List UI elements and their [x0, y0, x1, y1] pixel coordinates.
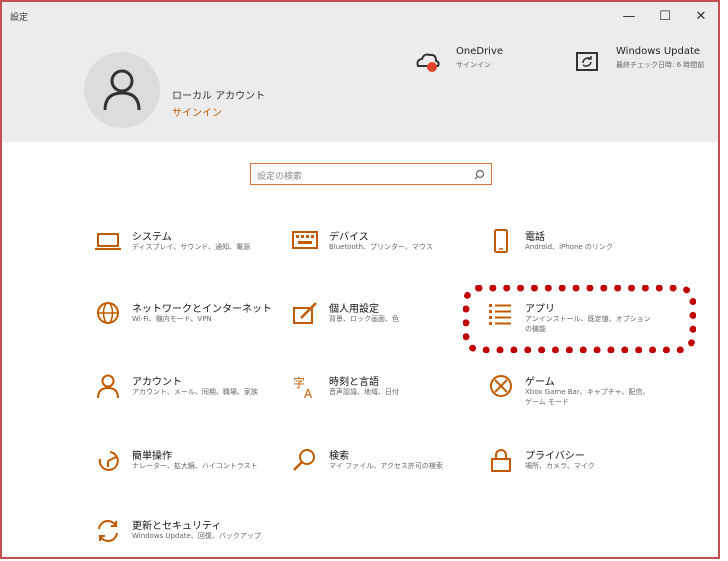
tile-search[interactable]: 検索 マイ ファイル、アクセス許可の検索 — [291, 447, 481, 495]
tile-time-language[interactable]: 字 A 時刻と言語 音声認識、地域、日付 — [291, 373, 481, 421]
tile-update-security[interactable]: 更新とセキュリティ Windows Update、回復、バックアップ — [94, 517, 284, 557]
tile-subtitle: Android、iPhone のリンク — [525, 243, 613, 251]
person-avatar-icon — [103, 69, 141, 111]
tile-title: 時刻と言語 — [329, 377, 379, 388]
tile-network[interactable]: ネットワークとインターネット Wi-Fi、機内モード、VPN — [94, 300, 284, 348]
sync-icon — [98, 520, 118, 542]
language-icon: 字 A — [293, 375, 313, 401]
person-icon — [97, 374, 119, 399]
tile-subtitle: Windows Update、回復、バックアップ — [132, 532, 261, 540]
tile-title: 検索 — [329, 451, 349, 462]
account-name: ローカル アカウント — [172, 91, 266, 102]
search-icon — [293, 449, 315, 471]
maximize-button[interactable]: ☐ — [650, 6, 680, 28]
paint-icon — [293, 302, 317, 324]
tile-subtitle: ディスプレイ、サウンド、通知、電源 — [132, 243, 251, 251]
tile-personalization[interactable]: 個人用設定 背景、ロック画面、色 — [291, 300, 481, 348]
update-status: 最終チェック日時: 6 時間前 — [616, 61, 705, 69]
tile-subtitle: アカウント、メール、同期、職場、家族 — [132, 388, 258, 396]
tile-subtitle: 場所、カメラ、マイク — [525, 462, 595, 470]
tile-gaming[interactable]: ゲーム Xbox Game Bar、キャプチャ、配信、ゲーム モード — [487, 373, 677, 421]
minimize-button[interactable]: — — [614, 6, 644, 28]
xbox-icon — [490, 375, 512, 397]
tile-system[interactable]: システム ディスプレイ、サウンド、通知、電源 — [94, 228, 284, 276]
tile-title: 簡単操作 — [132, 451, 172, 462]
onedrive-status: サインイン — [456, 61, 491, 69]
tile-title: プライバシー — [525, 451, 585, 462]
accessibility-icon — [98, 451, 119, 471]
tile-privacy[interactable]: プライバシー 場所、カメラ、マイク — [487, 447, 677, 495]
window-title: 設定 — [10, 13, 29, 23]
tile-subtitle: マイ ファイル、アクセス許可の検索 — [329, 462, 443, 470]
account-header: ローカル アカウント サインイン OneDrive サインイン Windows … — [2, 32, 718, 142]
tile-devices[interactable]: デバイス Bluetooth、プリンター、マウス — [291, 228, 481, 276]
globe-icon — [97, 302, 119, 324]
tile-title: アカウント — [132, 377, 182, 388]
tile-subtitle: Bluetooth、プリンター、マウス — [329, 243, 433, 251]
onedrive-title: OneDrive — [456, 46, 504, 57]
keyboard-icon — [292, 231, 318, 249]
lock-icon — [491, 449, 511, 472]
update-icon — [576, 52, 598, 71]
cloud-icon — [416, 53, 440, 72]
apps-highlight-annotation — [463, 285, 696, 353]
tile-title: ネットワークとインターネット — [132, 304, 272, 315]
update-title: Windows Update — [616, 46, 701, 57]
magnifier-icon — [474, 169, 485, 180]
tile-subtitle: 背景、ロック画面、色 — [329, 315, 399, 323]
tile-subtitle: Wi-Fi、機内モード、VPN — [132, 315, 212, 323]
tile-title: 電話 — [525, 232, 545, 243]
tile-phone[interactable]: 電話 Android、iPhone のリンク — [487, 228, 677, 276]
tile-subtitle: ナレーター、拡大鏡、ハイコントラスト — [132, 462, 258, 470]
tile-subtitle: 音声認識、地域、日付 — [329, 388, 399, 396]
title-bar: 設定 — ☐ ✕ — [2, 2, 718, 32]
tile-title: 個人用設定 — [329, 304, 379, 315]
tile-accounts[interactable]: アカウント アカウント、メール、同期、職場、家族 — [94, 373, 284, 421]
close-button[interactable]: ✕ — [686, 6, 716, 28]
tile-title: デバイス — [329, 232, 369, 243]
settings-window: 設定 — ☐ ✕ ローカル アカウント サインイン OneDrive サインイン — [0, 0, 720, 559]
laptop-icon — [95, 233, 121, 250]
tile-title: システム — [132, 232, 172, 243]
tile-title: 更新とセキュリティ — [132, 521, 222, 532]
svg-text:A: A — [304, 387, 313, 401]
avatar[interactable] — [84, 52, 160, 128]
search-box[interactable]: 設定の検索 — [250, 163, 492, 185]
tile-title: ゲーム — [525, 377, 555, 388]
account-signin-link[interactable]: サインイン — [172, 104, 222, 119]
tile-ease-of-access[interactable]: 簡単操作 ナレーター、拡大鏡、ハイコントラスト — [94, 447, 284, 495]
tile-subtitle: Xbox Game Bar、キャプチャ、配信、ゲーム モード — [525, 388, 650, 406]
search-placeholder: 設定の検索 — [257, 172, 303, 182]
phone-icon — [494, 229, 508, 253]
